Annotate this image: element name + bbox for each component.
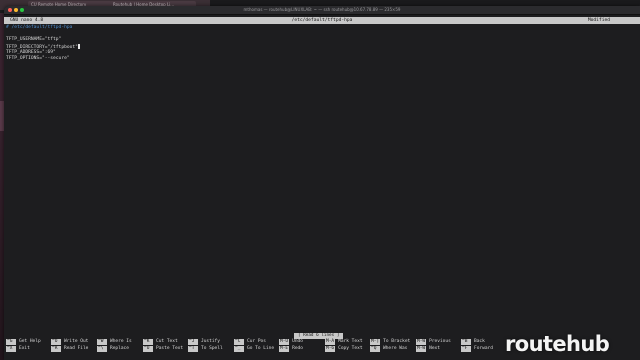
shortcut-key: ^R bbox=[51, 346, 61, 352]
shortcut-key: M-U bbox=[279, 339, 290, 345]
shortcut-paste-text[interactable]: ^U Paste Text bbox=[143, 346, 183, 352]
shortcut-key: M-] bbox=[370, 339, 381, 345]
shortcut-key: ^X bbox=[6, 346, 16, 352]
window-title: mthomas — routehub@LINUXLAB: ~ — ssh rou… bbox=[243, 7, 401, 12]
shortcut-label: Cur Pos bbox=[247, 339, 266, 344]
shortcut-next[interactable]: M-W Next bbox=[416, 346, 440, 352]
shortcut-replace[interactable]: ^\ Replace bbox=[97, 346, 129, 352]
shortcut-label: Justify bbox=[201, 339, 220, 344]
shortcut-key: ^J bbox=[188, 339, 198, 345]
shortcut-where-is[interactable]: ^W Where Is bbox=[97, 339, 132, 345]
shortcut-key: ^F bbox=[461, 346, 471, 352]
shortcut-copy-text[interactable]: M-6 Copy Text bbox=[325, 346, 363, 352]
shortcut-label: Write Out bbox=[64, 339, 89, 344]
shortcut-label: Cut Text bbox=[156, 339, 178, 344]
modified-indicator: Modified bbox=[587, 18, 610, 23]
shortcut-label: Next bbox=[429, 346, 440, 351]
shortcut-cur-pos[interactable]: ^C Cur Pos bbox=[234, 339, 266, 345]
shortcut-justify[interactable]: ^J Justify bbox=[188, 339, 220, 345]
routehub-watermark-logo: routehub bbox=[505, 332, 610, 356]
shortcut-key: M-A bbox=[325, 339, 336, 345]
shortcut-to-bracket[interactable]: M-] To Bracket bbox=[370, 339, 410, 345]
shortcut-label: Replace bbox=[110, 346, 129, 351]
shortcut-key: ^W bbox=[97, 339, 107, 345]
shortcut-label: To Bracket bbox=[383, 339, 411, 344]
shortcut-label: Mark Text bbox=[338, 339, 363, 344]
shortcut-label: Where Is bbox=[110, 339, 132, 344]
shortcut-label: To Spell bbox=[201, 346, 223, 351]
shortcut-get-help[interactable]: ^G Get Help bbox=[6, 339, 41, 345]
shortcut-label: Copy Text bbox=[338, 346, 363, 351]
editor-line[interactable]: TFTP_OPTIONS="--secure" bbox=[6, 56, 636, 62]
shortcut-read-file[interactable]: ^R Read File bbox=[51, 346, 88, 352]
text-cursor bbox=[77, 43, 80, 49]
shortcut-label: Exit bbox=[19, 346, 30, 351]
shortcut-key: M-E bbox=[279, 346, 290, 352]
shortcut-key: ^_ bbox=[234, 346, 244, 352]
shortcut-key: M-W bbox=[416, 346, 427, 352]
shortcut-key: ^O bbox=[51, 339, 61, 345]
shortcut-key: ^T bbox=[188, 346, 198, 352]
nano-header-bar: GNU nano 4.8 /etc/default/tftpd-hpa Modi… bbox=[4, 17, 640, 24]
shortcut-label: Undo bbox=[292, 339, 303, 344]
editor-line-text: TFTP_DIRECTORY="/tftpboot" bbox=[6, 44, 78, 50]
shortcut-key: ^K bbox=[143, 339, 153, 345]
shortcut-exit[interactable]: ^X Exit bbox=[6, 346, 30, 352]
shortcut-label: Paste Text bbox=[156, 346, 184, 351]
shortcut-write-out[interactable]: ^O Write Out bbox=[51, 339, 88, 345]
shortcut-label: Go To Line bbox=[247, 346, 275, 351]
terminal-window: mthomas — routehub@LINUXLAB: ~ — ssh rou… bbox=[4, 6, 640, 360]
shortcut-redo[interactable]: M-E Redo bbox=[279, 346, 303, 352]
shortcut-key: ^C bbox=[234, 339, 244, 345]
shortcut-cut-text[interactable]: ^K Cut Text bbox=[143, 339, 178, 345]
shortcut-mark-text[interactable]: M-A Mark Text bbox=[325, 339, 363, 345]
shortcut-label: Read File bbox=[64, 346, 89, 351]
shortcut-where-was[interactable]: ^Q Where Was bbox=[370, 346, 407, 352]
shortcut-undo[interactable]: M-U Undo bbox=[279, 339, 303, 345]
window-titlebar[interactable]: mthomas — routehub@LINUXLAB: ~ — ssh rou… bbox=[4, 6, 640, 15]
shortcut-key: ^G bbox=[6, 339, 16, 345]
shortcut-label: Get Help bbox=[19, 339, 41, 344]
shortcut-key: M-6 bbox=[325, 346, 336, 352]
shortcut-label: Previous bbox=[429, 339, 451, 344]
editor-buffer[interactable]: # /etc/default/tftpd-hpa TFTP_USERNAME="… bbox=[6, 25, 636, 325]
shortcut-to-spell[interactable]: ^T To Spell bbox=[188, 346, 223, 352]
nano-filename: /etc/default/tftpd-hpa bbox=[291, 18, 353, 23]
shortcut-key: M-W bbox=[416, 339, 427, 345]
shortcut-label: Redo bbox=[292, 346, 303, 351]
shortcut-previous[interactable]: M-W Previous bbox=[416, 339, 451, 345]
shortcut-label: Back bbox=[474, 339, 485, 344]
shortcut-key: ^B bbox=[461, 339, 471, 345]
shortcut-label: Forward bbox=[474, 346, 493, 351]
shortcut-key: ^Q bbox=[370, 346, 380, 352]
shortcut-back[interactable]: ^B Back bbox=[461, 339, 485, 345]
shortcut-key: ^\ bbox=[97, 346, 107, 352]
shortcut-go-to-line[interactable]: ^_ Go To Line bbox=[234, 346, 274, 352]
shortcut-label: Where Was bbox=[383, 346, 408, 351]
shortcut-forward[interactable]: ^F Forward bbox=[461, 346, 493, 352]
shortcut-key: ^U bbox=[143, 346, 153, 352]
